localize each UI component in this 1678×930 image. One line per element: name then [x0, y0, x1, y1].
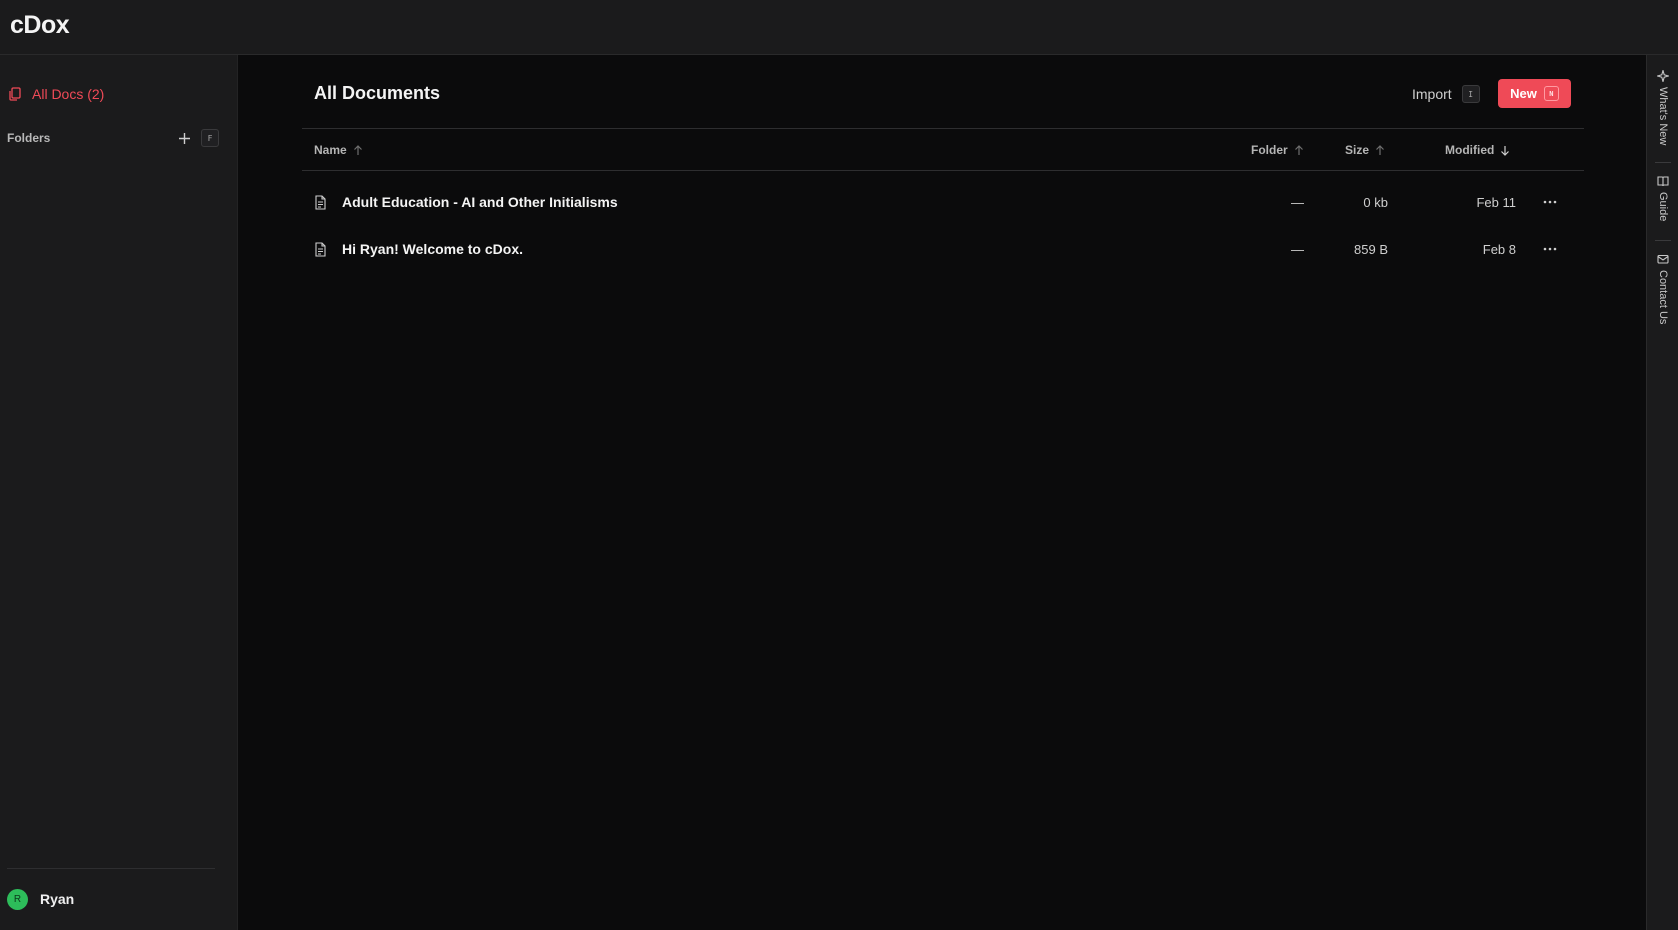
ellipsis-icon: [1543, 200, 1557, 204]
folder-shortcut-key: F: [201, 129, 219, 147]
whats-new-label: What's New: [1657, 87, 1669, 146]
document-size: 859 B: [1354, 242, 1388, 257]
plus-icon: [178, 132, 190, 144]
documents-icon: [9, 87, 21, 101]
right-rail: What's New Guide Contact Us: [1646, 55, 1678, 930]
rail-divider: [1655, 240, 1671, 241]
sort-up-icon: [1294, 144, 1303, 155]
document-modified: Feb 11: [1476, 195, 1516, 210]
table-row[interactable]: Hi Ryan! Welcome to cDox. — 859 B Feb 8: [302, 231, 1584, 269]
column-header-folder[interactable]: Folder: [1251, 142, 1304, 158]
guide-label: Guide: [1657, 192, 1669, 222]
column-label: Folder: [1251, 143, 1288, 157]
table-row[interactable]: Adult Education - AI and Other Initialis…: [302, 184, 1584, 222]
sort-up-icon: [1376, 144, 1384, 155]
sidebar-item-all-docs[interactable]: All Docs (2): [8, 83, 104, 105]
document-icon: [315, 195, 326, 210]
column-label: Modified: [1445, 143, 1495, 157]
rail-divider: [1655, 162, 1671, 163]
column-header-name[interactable]: Name: [314, 142, 363, 158]
user-menu[interactable]: R Ryan: [7, 888, 74, 910]
column-header-size[interactable]: Size: [1345, 142, 1385, 158]
whats-new-button[interactable]: What's New: [1647, 70, 1678, 145]
new-shortcut-key: N: [1543, 86, 1559, 101]
document-size: 0 kb: [1363, 195, 1388, 210]
more-options-button[interactable]: [1540, 192, 1560, 212]
avatar: R: [7, 888, 28, 910]
sort-down-icon: [1501, 145, 1510, 156]
app-logo[interactable]: cDox: [10, 11, 70, 40]
table-divider: [302, 128, 1584, 129]
guide-button[interactable]: Guide: [1647, 175, 1678, 221]
table-divider: [302, 170, 1584, 171]
main-content: All Documents Import I New N Name Folder…: [238, 55, 1646, 930]
page-title: All Documents: [314, 83, 441, 103]
document-folder: —: [1291, 242, 1304, 257]
new-label: New: [1510, 86, 1537, 101]
column-header-modified[interactable]: Modified: [1445, 142, 1510, 158]
import-label: Import: [1412, 86, 1452, 102]
document-modified: Feb 8: [1482, 242, 1516, 257]
sort-up-icon: [353, 144, 362, 155]
book-icon: [1657, 176, 1669, 187]
document-icon: [315, 242, 326, 257]
sidebar: All Docs (2) Folders F R Ryan: [0, 55, 238, 930]
document-name: Hi Ryan! Welcome to cDox.: [342, 241, 524, 257]
import-button[interactable]: Import I: [1412, 81, 1480, 107]
sidebar-divider: [7, 868, 215, 869]
more-options-button[interactable]: [1540, 239, 1560, 259]
document-folder: —: [1291, 195, 1304, 210]
folders-label: Folders: [7, 131, 51, 145]
import-shortcut-key: I: [1461, 85, 1480, 103]
document-name: Adult Education - AI and Other Initialis…: [342, 194, 618, 210]
top-bar: cDox: [0, 0, 1678, 55]
mail-icon: [1657, 254, 1669, 264]
folders-header: Folders F: [7, 128, 219, 148]
column-label: Name: [314, 143, 347, 157]
ellipsis-icon: [1543, 247, 1557, 251]
new-document-button[interactable]: New N: [1498, 79, 1571, 108]
contact-us-button[interactable]: Contact Us: [1647, 253, 1678, 324]
add-folder-button[interactable]: [175, 129, 193, 147]
sparkle-icon: [1657, 70, 1669, 82]
column-label: Size: [1345, 143, 1370, 157]
sidebar-item-label: All Docs (2): [32, 86, 105, 102]
contact-us-label: Contact Us: [1657, 270, 1669, 325]
user-name: Ryan: [40, 891, 75, 907]
